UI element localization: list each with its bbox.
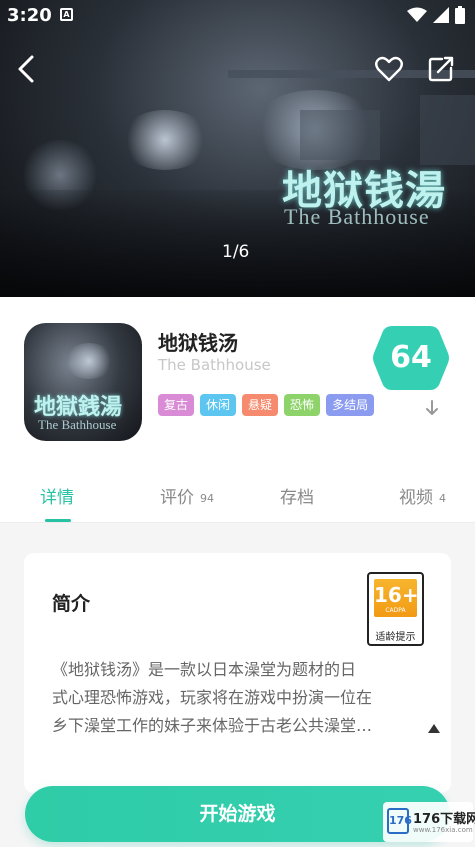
tag[interactable]: 恐怖 — [284, 394, 321, 416]
tab-videos[interactable]: 视频 4 — [399, 483, 446, 508]
watermark-text: 176下载网 — [413, 812, 475, 827]
watermark-logo: 176 — [387, 808, 412, 834]
intro-title: 简介 — [52, 593, 91, 615]
status-bar: 3:20 A — [0, 0, 475, 30]
detail-content: 简介 16+ CADPA 适龄提示 《地狱钱汤》是一款以日本澡堂为题材的日 式心… — [0, 523, 475, 847]
intro-line: 乡下澡堂工作的妹子来体验于古老公共澡堂… — [52, 716, 373, 735]
share-icon[interactable] — [428, 56, 454, 82]
game-icon: 地獄銭湯 The Bathhouse — [24, 323, 142, 441]
tab-details[interactable]: 详情 — [40, 483, 74, 508]
watermark-url: www.176xia.com — [413, 826, 473, 834]
intro-text[interactable]: 《地狱钱汤》是一款以日本澡堂为题材的日 式心理恐怖游戏，玩家将在游戏中扮演一位在… — [52, 656, 424, 740]
battery-icon — [455, 6, 465, 24]
age-rating: 16+ — [374, 583, 419, 607]
tab-reviews[interactable]: 评价 94 — [160, 483, 214, 508]
age-org: CADPA — [385, 607, 406, 614]
intro-line: 《地狱钱汤》是一款以日本澡堂为题材的日 — [52, 660, 357, 679]
heart-icon[interactable] — [375, 56, 403, 82]
back-arrow-icon[interactable] — [14, 54, 40, 84]
game-name: 地狱钱汤 — [158, 331, 238, 355]
hero-light — [120, 110, 210, 170]
tab-count: 4 — [439, 491, 446, 505]
hero-banner[interactable]: 3:20 A 地狱钱湯 The Bathhouse 1/6 — [0, 0, 475, 297]
score-value: 64 — [390, 340, 432, 375]
tag[interactable]: 复古 — [158, 394, 195, 416]
expand-icon[interactable] — [422, 399, 442, 419]
tab-count: 94 — [200, 491, 214, 505]
image-counter: 1/6 — [222, 242, 250, 262]
hero-wall — [420, 95, 475, 165]
icon-subtitle: The Bathhouse — [38, 417, 117, 432]
tab-indicator — [45, 519, 71, 522]
wifi-icon — [407, 7, 427, 22]
age-hint: 适龄提示 — [375, 632, 416, 643]
tab-label: 评价 — [160, 488, 194, 508]
status-time: 3:20 — [7, 5, 52, 26]
icon-light — [64, 343, 114, 379]
tab-saves[interactable]: 存档 — [280, 483, 314, 508]
game-english-name: The Bathhouse — [158, 356, 271, 374]
hero-wall — [300, 110, 380, 160]
intro-line: 式心理恐怖游戏，玩家将在游戏中扮演一位在 — [52, 688, 373, 707]
score-badge[interactable]: 64 — [372, 323, 450, 393]
tab-label: 视频 — [399, 488, 433, 508]
status-icons — [407, 6, 465, 24]
site-watermark: 176 176下载网 www.176xia.com — [383, 802, 475, 842]
tab-label: 详情 — [40, 488, 74, 508]
collapse-icon[interactable] — [428, 723, 440, 733]
tag[interactable]: 休闲 — [200, 394, 237, 416]
tag[interactable]: 悬疑 — [242, 394, 279, 416]
tag-list: 复古 休闲 悬疑 恐怖 多结局 — [158, 394, 375, 416]
tab-bar: 详情 评价 94 存档 视频 4 — [0, 467, 475, 523]
tag[interactable]: 多结局 — [326, 394, 375, 416]
notification-icon: A — [60, 8, 73, 21]
intro-card: 简介 16+ CADPA 适龄提示 《地狱钱汤》是一款以日本澡堂为题材的日 式心… — [24, 553, 451, 793]
game-info: 地獄銭湯 The Bathhouse 地狱钱汤 The Bathhouse 复古… — [0, 297, 475, 467]
age-rating-badge[interactable]: 16+ CADPA 适龄提示 — [367, 572, 424, 646]
hero-subtitle: The Bathhouse — [284, 204, 430, 229]
tab-label: 存档 — [280, 488, 314, 508]
signal-icon — [433, 7, 449, 23]
